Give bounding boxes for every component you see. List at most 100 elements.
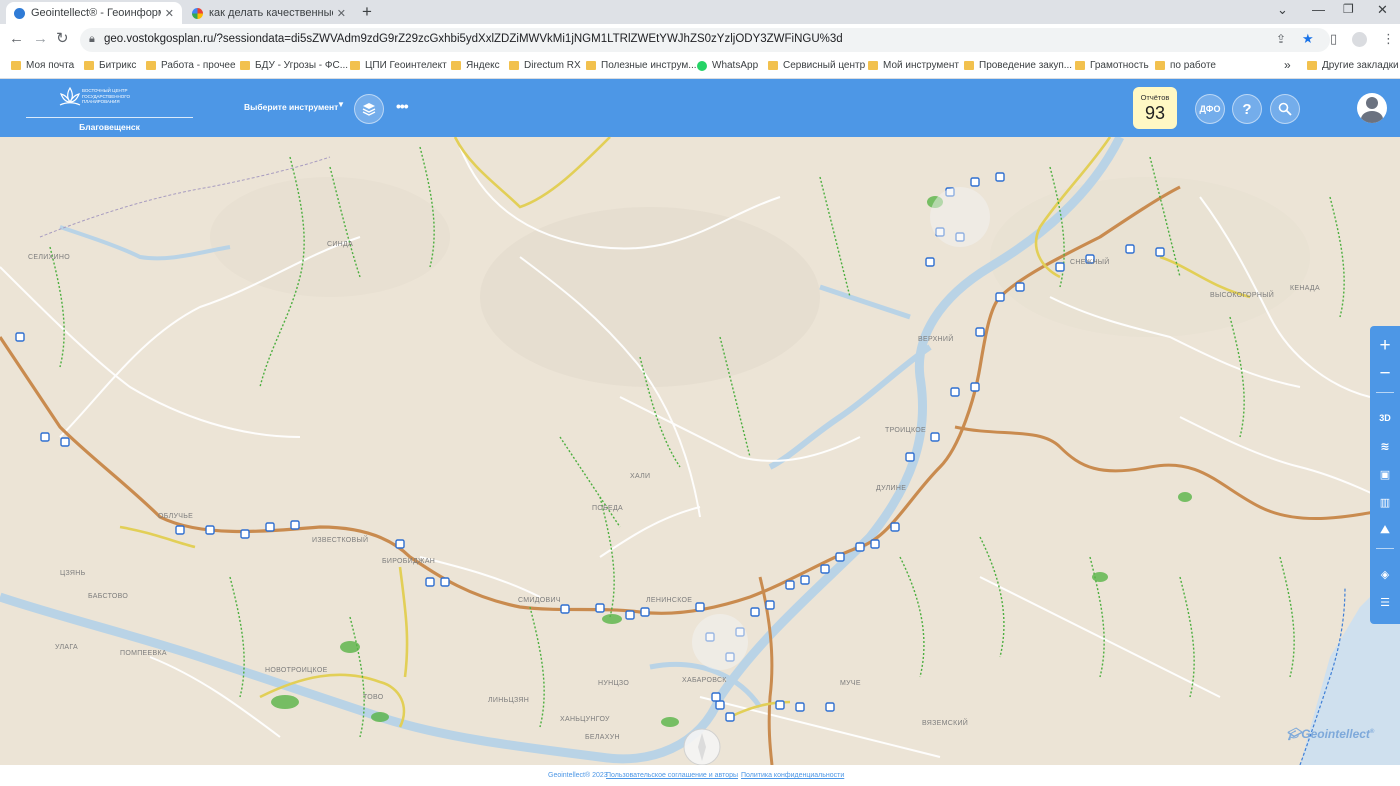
address-bar[interactable]: 🔒︎ geo.vostokgosplan.ru/?sessiondata=di5…: [80, 28, 1330, 52]
close-tab-icon[interactable]: ✕: [337, 7, 346, 20]
basemap-layers-icon[interactable]: ☰: [1370, 590, 1400, 614]
bus-stop-icon[interactable]: [785, 580, 795, 590]
bus-stop-icon[interactable]: [715, 700, 725, 710]
bookmark-item[interactable]: ЦПИ Геоинтелект: [350, 60, 447, 71]
bus-stop-icon[interactable]: [925, 257, 935, 267]
map-view[interactable]: ЦЗЯНЬ ОБЛУЧЬЕ БИРОБИДЖАН СМИДОВИЧ ЛЕНИНС…: [0, 137, 1400, 765]
city-name[interactable]: Благовещенск: [26, 122, 193, 132]
tab-geointellect[interactable]: Geointellect® - Геоинформаци ✕: [6, 2, 182, 24]
bus-stop-icon[interactable]: [1155, 247, 1165, 257]
bus-stop-icon[interactable]: [711, 692, 721, 702]
minimize-button[interactable]: —: [1312, 2, 1325, 17]
reports-counter[interactable]: Отчётов 93: [1133, 87, 1177, 129]
restore-button[interactable]: ❐: [1343, 2, 1354, 16]
share-icon[interactable]: ⇪: [1276, 32, 1286, 46]
bookmark-item[interactable]: WhatsApp: [697, 60, 758, 71]
search-button[interactable]: [1270, 94, 1300, 124]
bus-stop-icon[interactable]: [800, 575, 810, 585]
bus-stop-icon[interactable]: [970, 177, 980, 187]
bus-stop-icon[interactable]: [175, 525, 185, 535]
wind-waves-icon[interactable]: ≋: [1370, 434, 1400, 458]
bus-stop-icon[interactable]: [765, 600, 775, 610]
back-button[interactable]: ←: [9, 31, 24, 47]
3d-mode-button[interactable]: 3D: [1370, 406, 1400, 430]
bus-stop-icon[interactable]: [265, 522, 275, 532]
bookmark-item[interactable]: Яндекс: [451, 60, 500, 71]
bookmark-star-icon[interactable]: ★: [1302, 31, 1314, 47]
tab-search-chevron-icon[interactable]: ⌄: [1277, 2, 1288, 18]
bus-stop-icon[interactable]: [975, 327, 985, 337]
bus-stop-icon[interactable]: [425, 577, 435, 587]
bus-stop-icon[interactable]: [240, 529, 250, 539]
bus-stop-icon[interactable]: [395, 539, 405, 549]
bookmark-item[interactable]: Битрикс: [84, 60, 136, 71]
bookmark-item[interactable]: Сервисный центр: [768, 60, 865, 71]
close-window-button[interactable]: ✕: [1377, 2, 1388, 18]
bookmark-item[interactable]: Мой инструмент: [868, 60, 959, 71]
new-tab-button[interactable]: +: [362, 3, 372, 21]
bus-stop-icon[interactable]: [825, 702, 835, 712]
map-canvas[interactable]: [0, 137, 1400, 765]
bus-stop-icon[interactable]: [1015, 282, 1025, 292]
lotus-logo-icon[interactable]: [58, 85, 82, 109]
bookmark-item[interactable]: Полезные инструм...: [586, 60, 697, 71]
bus-stop-icon[interactable]: [595, 603, 605, 613]
dfo-button[interactable]: ДФО: [1195, 94, 1225, 124]
close-tab-icon[interactable]: ✕: [165, 7, 174, 20]
bus-stop-icon[interactable]: [40, 432, 50, 442]
bus-stop-icon[interactable]: [625, 610, 635, 620]
buildings-icon[interactable]: ▥: [1370, 490, 1400, 514]
bus-stop-icon[interactable]: [835, 552, 845, 562]
bus-stop-icon[interactable]: [970, 382, 980, 392]
avatar[interactable]: [1357, 93, 1387, 123]
bus-stop-icon[interactable]: [795, 702, 805, 712]
more-options-icon[interactable]: •••: [396, 98, 409, 114]
bus-stop-icon[interactable]: [560, 604, 570, 614]
bus-stop-icon[interactable]: [1125, 244, 1135, 254]
side-panel-icon[interactable]: ▯: [1330, 31, 1337, 47]
user-agreement-link[interactable]: Пользовательское соглашение и авторы: [606, 772, 738, 779]
layers-button[interactable]: [354, 94, 384, 124]
profile-icon[interactable]: [1352, 32, 1367, 47]
bus-stop-icon[interactable]: [750, 607, 760, 617]
bus-stop-icon[interactable]: [1055, 262, 1065, 272]
bus-stop-icon[interactable]: [820, 564, 830, 574]
bus-stop-icon[interactable]: [930, 432, 940, 442]
bus-stop-icon[interactable]: [290, 520, 300, 530]
other-bookmarks[interactable]: Другие закладки: [1307, 60, 1399, 71]
reload-button[interactable]: ↻: [56, 31, 69, 47]
bus-stop-icon[interactable]: [870, 539, 880, 549]
ruler-icon[interactable]: ◈: [1370, 562, 1400, 586]
tab-google-search[interactable]: как делать качественные сним ✕: [184, 2, 354, 24]
bus-stop-icon[interactable]: [640, 607, 650, 617]
bus-stop-icon[interactable]: [440, 577, 450, 587]
bookmark-item[interactable]: БДУ - Угрозы - ФС...: [240, 60, 348, 71]
bus-stop-icon[interactable]: [995, 172, 1005, 182]
bus-stop-icon[interactable]: [695, 602, 705, 612]
bus-stop-icon[interactable]: [15, 332, 25, 342]
bookmarks-overflow-button[interactable]: »: [1284, 58, 1291, 72]
privacy-policy-link[interactable]: Политика конфиденциальности: [741, 772, 844, 779]
bookmark-item[interactable]: Моя почта: [11, 60, 74, 71]
bus-stop-icon[interactable]: [995, 292, 1005, 302]
bookmark-item[interactable]: по работе: [1155, 60, 1216, 71]
bookmark-item[interactable]: Directum RX: [509, 60, 581, 71]
bus-stop-icon[interactable]: [890, 522, 900, 532]
chevron-down-icon[interactable]: ▼: [337, 100, 345, 109]
bus-stop-icon[interactable]: [855, 542, 865, 552]
bookmark-item[interactable]: Проведение закуп...: [964, 60, 1072, 71]
tool-select[interactable]: Выберите инструмент: [244, 102, 338, 112]
traffic-light-icon[interactable]: ▣: [1370, 462, 1400, 486]
help-button[interactable]: ?: [1232, 94, 1262, 124]
forward-button[interactable]: →: [33, 31, 48, 47]
zoom-out-button[interactable]: −: [1370, 362, 1400, 386]
bus-stop-icon[interactable]: [950, 387, 960, 397]
bus-stop-icon[interactable]: [60, 437, 70, 447]
terrain-profile-icon[interactable]: ⛰︎: [1370, 518, 1400, 542]
bus-stop-icon[interactable]: [905, 452, 915, 462]
bus-stop-icon[interactable]: [775, 700, 785, 710]
zoom-in-button[interactable]: +: [1370, 334, 1400, 358]
bookmark-item[interactable]: Работа - прочее: [146, 60, 236, 71]
bookmark-item[interactable]: Грамотность: [1075, 60, 1149, 71]
bus-stop-icon[interactable]: [725, 712, 735, 722]
